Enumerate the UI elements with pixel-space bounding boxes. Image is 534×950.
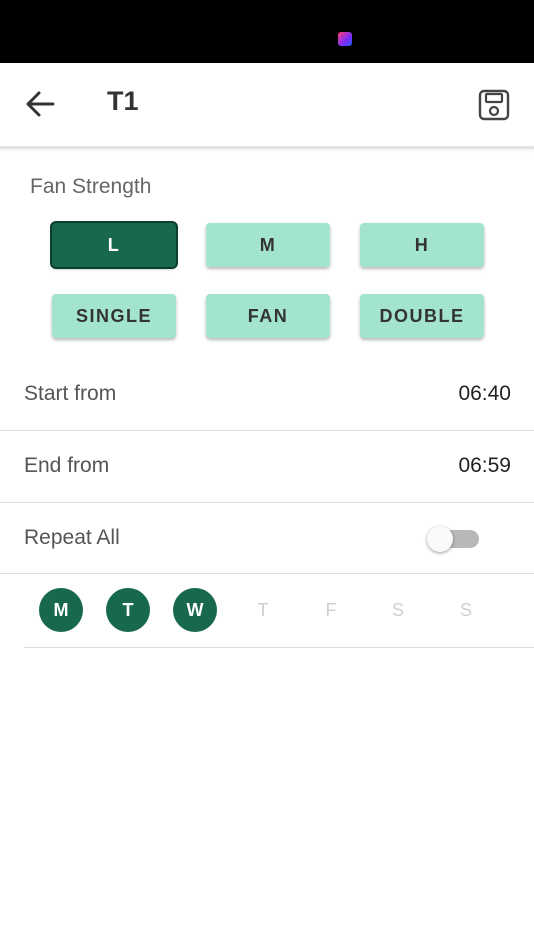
- day-saturday-button[interactable]: S: [376, 588, 420, 632]
- day-tuesday-button[interactable]: T: [106, 588, 150, 632]
- end-time-label: End from: [24, 454, 110, 477]
- fan-level-low-button[interactable]: L: [52, 223, 176, 267]
- app-bar: T1: [0, 63, 534, 149]
- repeat-all-label: Repeat All: [24, 526, 120, 549]
- divider: [0, 573, 534, 574]
- toggle-thumb: [427, 526, 453, 552]
- start-time-value: 06:40: [458, 382, 511, 405]
- back-button[interactable]: [22, 87, 58, 123]
- fan-strength-label: Fan Strength: [30, 175, 152, 198]
- repeat-all-toggle[interactable]: [427, 526, 481, 552]
- arrow-left-icon: [26, 91, 55, 117]
- day-thursday-button[interactable]: T: [241, 588, 285, 632]
- end-time-value: 06:59: [458, 454, 511, 477]
- day-sunday-button[interactable]: S: [444, 588, 488, 632]
- start-time-label: Start from: [24, 382, 117, 405]
- day-wednesday-button[interactable]: W: [173, 588, 217, 632]
- day-monday-button[interactable]: M: [39, 588, 83, 632]
- day-friday-button[interactable]: F: [309, 588, 353, 632]
- end-time-row[interactable]: End from 06:59: [0, 430, 534, 502]
- mode-single-button[interactable]: SINGLE: [52, 294, 176, 338]
- save-button[interactable]: [476, 87, 512, 123]
- page-title: T1: [107, 86, 139, 116]
- save-icon: [478, 89, 510, 121]
- fan-level-high-button[interactable]: H: [360, 223, 484, 267]
- mode-fan-button[interactable]: FAN: [206, 294, 330, 338]
- start-time-row[interactable]: Start from 06:40: [0, 358, 534, 430]
- fan-level-medium-button[interactable]: M: [206, 223, 330, 267]
- mode-double-button[interactable]: DOUBLE: [360, 294, 484, 338]
- divider: [24, 647, 534, 648]
- status-bar: [0, 0, 534, 63]
- notification-app-icon: [338, 32, 352, 46]
